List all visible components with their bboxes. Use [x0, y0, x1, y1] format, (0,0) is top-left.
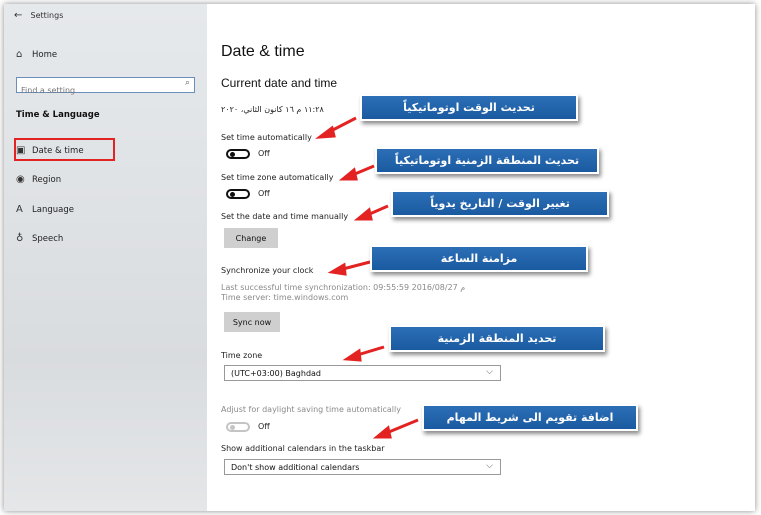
callout-sync-clock: مزامنة الساعة [370, 245, 588, 272]
callout-auto-timezone: تحديث المنطقة الزمنية اوتوماتيكياً [375, 147, 599, 174]
callout-timezone: تحديد المنطقة الزمنية [389, 325, 605, 352]
callout-arrowhead [342, 348, 362, 362]
callout-arrowhead [338, 167, 358, 181]
callout-auto-time: تحديث الوقت اوتوماتيكياً [360, 94, 578, 121]
callout-arrowhead [353, 207, 373, 221]
callout-taskbar-calendar: اضافة تقويم الى شريط المهام [422, 404, 638, 431]
settings-window: ← Settings ⌂ Home ⌕ Time & Language ▣ Da… [4, 4, 755, 511]
callout-arrowhead [327, 262, 347, 276]
callout-arrowhead [315, 125, 336, 139]
callout-arrowhead [372, 425, 392, 439]
callout-manual-change: تغيير الوقت / التاريخ يدوياً [391, 190, 609, 217]
